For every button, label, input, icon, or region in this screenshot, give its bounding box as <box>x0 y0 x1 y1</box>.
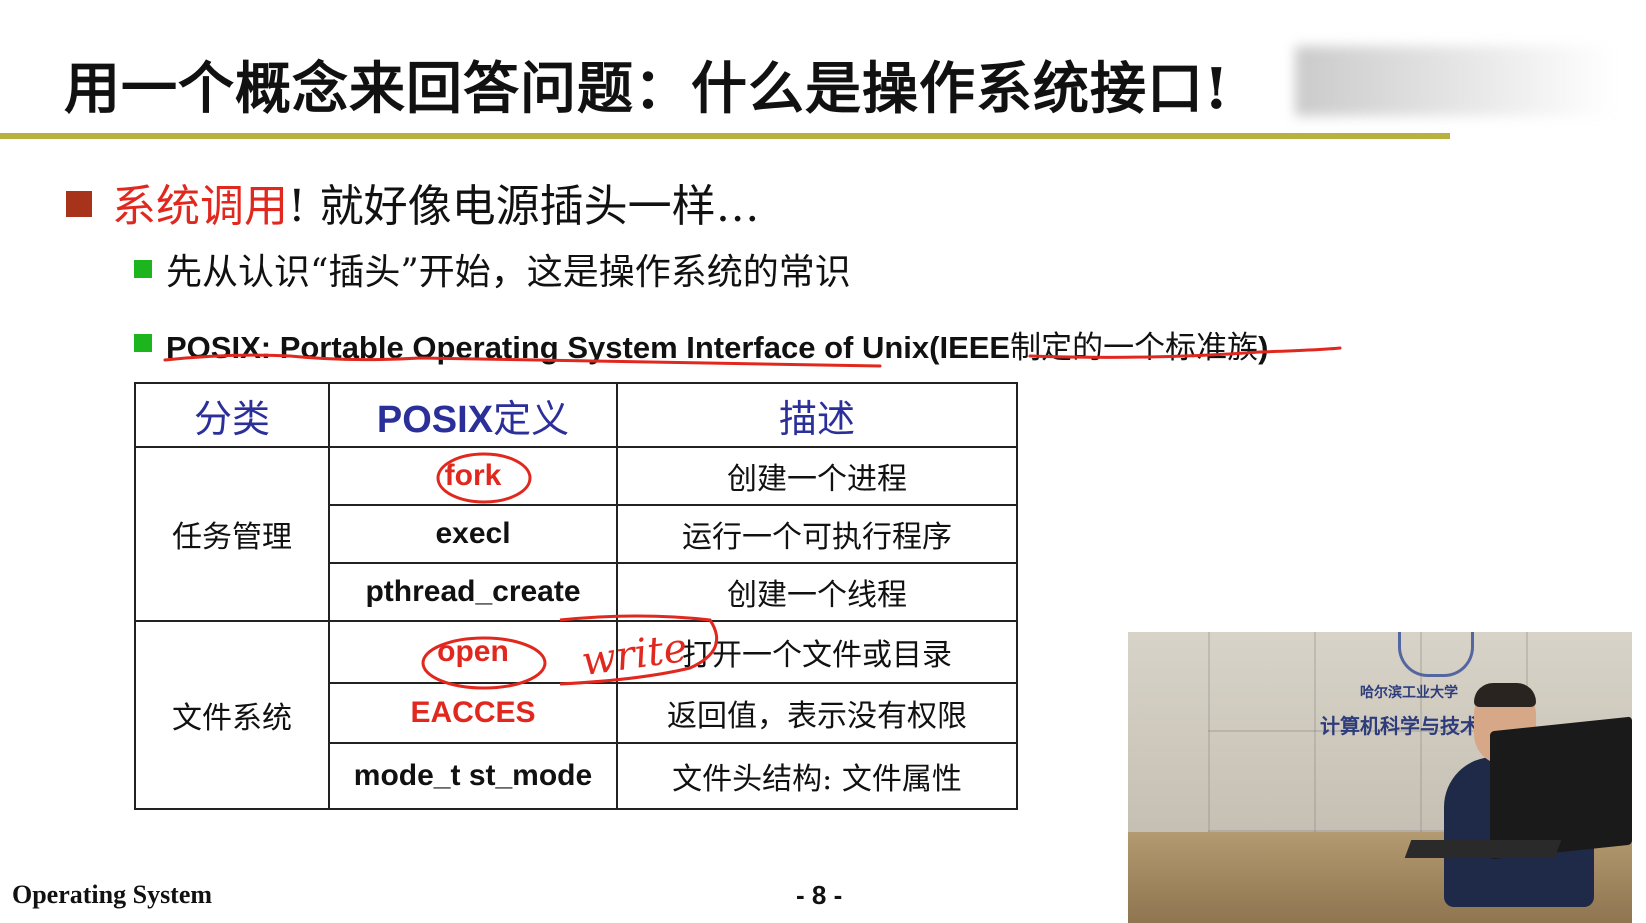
bullet-square-icon <box>134 334 152 352</box>
title-rule <box>0 133 1450 139</box>
def-cell: fork <box>328 446 618 506</box>
bullet-posix: POSIX: Portable Operating System Interfa… <box>134 322 1268 367</box>
bullet-highlight: 系统调用 <box>112 181 288 232</box>
bullet-rest: ! 就好像电源插头一样… <box>288 181 760 232</box>
slide-title: 用一个概念来回答问题：什么是操作系统接口! <box>64 44 1230 125</box>
desc-cell: 创建一个进程 <box>616 446 1018 506</box>
university-logo-icon <box>1398 632 1474 677</box>
desc-cell: 运行一个可执行程序 <box>616 504 1018 564</box>
def-cell: execl <box>328 504 618 564</box>
def-cell: EACCES <box>328 682 618 744</box>
bullet-square-icon <box>66 191 92 217</box>
desc-cell: 创建一个线程 <box>616 562 1018 622</box>
desc-cell: 返回值，表示没有权限 <box>616 682 1018 744</box>
bullet-plug: 先从认识“插头”开始，这是操作系统的常识 <box>134 243 851 295</box>
bullet-posix-cn: 制定的一个标准族 <box>1010 330 1259 366</box>
table-row: 任务管理 fork 创建一个进程 <box>134 446 1018 622</box>
def-cell: mode_t st_mode <box>328 742 618 810</box>
header-category: 分类 <box>134 382 330 448</box>
bullet-system-call: 系统调用! 就好像电源插头一样… <box>66 170 760 234</box>
header-description: 描述 <box>616 382 1018 448</box>
bullet-posix-close: ) <box>1258 330 1269 365</box>
slide: 用一个概念来回答问题：什么是操作系统接口! 系统调用! 就好像电源插头一样… 先… <box>0 0 1646 923</box>
category-cell: 任务管理 <box>134 446 330 622</box>
bullet-posix-latin: POSIX: Portable Operating System Interfa… <box>166 330 1011 365</box>
def-cell: pthread_create <box>328 562 618 622</box>
header-posix-definition: POSIX定义 <box>328 382 618 448</box>
header-posix-cn: 定义 <box>493 396 570 441</box>
def-cell: open <box>328 620 618 684</box>
slide-title-mark: ! <box>1204 56 1230 122</box>
desc-cell: 文件头结构: 文件属性 <box>616 742 1018 810</box>
table-header-row: 分类 POSIX定义 描述 <box>134 382 1018 448</box>
bullet-square-icon <box>134 260 152 278</box>
keyboard-icon <box>1404 840 1562 858</box>
webcam-overlay: 哈尔滨工业大学 计算机科学与技术学院 <box>1128 632 1632 923</box>
footer-course: Operating System <box>12 880 213 909</box>
title-glare <box>1295 46 1615 116</box>
bullet-plug-text: 先从认识“插头”开始，这是操作系统的常识 <box>166 252 851 293</box>
category-cell: 文件系统 <box>134 620 330 810</box>
monitor-icon <box>1490 716 1632 860</box>
lecturer-hair <box>1474 683 1536 707</box>
desc-cell: 打开一个文件或目录 <box>616 620 1018 684</box>
table-row: 文件系统 open 打开一个文件或目录 <box>134 620 1018 810</box>
posix-table: 分类 POSIX定义 描述 任务管理 fork 创建一个进程 execl 运行一… <box>134 382 1018 810</box>
footer-page-number: - 8 - <box>796 880 843 910</box>
header-posix-latin: POSIX <box>376 398 494 441</box>
slide-title-text: 用一个概念来回答问题：什么是操作系统接口 <box>64 56 1204 122</box>
